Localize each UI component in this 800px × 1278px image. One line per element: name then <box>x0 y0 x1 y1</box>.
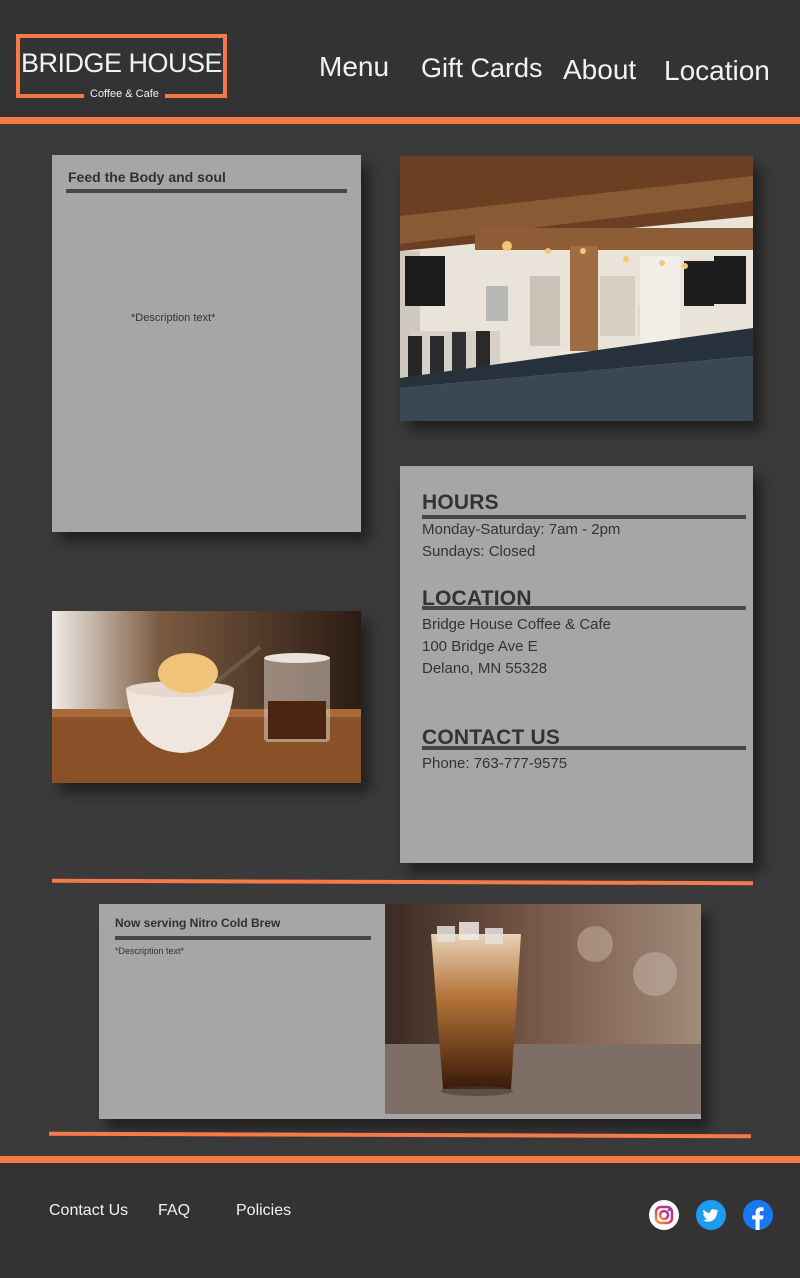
nav-about[interactable]: About <box>563 56 636 84</box>
feature-card-title: Feed the Body and soul <box>68 169 226 185</box>
location-line: Delano, MN 55328 <box>422 660 548 677</box>
site-footer: Contact Us FAQ Policies <box>0 1163 800 1278</box>
feature-card: Feed the Body and soul *Description text… <box>52 155 361 532</box>
logo[interactable]: BRIDGE HOUSE Coffee & Cafe <box>16 34 227 101</box>
section-divider <box>48 1131 752 1139</box>
promo-card-title: Now serving Nitro Cold Brew <box>115 916 281 930</box>
section-divider <box>51 878 754 886</box>
nav-gift-cards[interactable]: Gift Cards <box>421 55 543 82</box>
contact-underline <box>422 746 746 750</box>
location-underline <box>422 606 746 610</box>
cold-brew-image <box>385 904 701 1114</box>
instagram-icon[interactable] <box>649 1200 679 1230</box>
hours-line: Sundays: Closed <box>422 543 536 560</box>
promo-card-description: *Description text* <box>115 946 185 956</box>
footer-faq[interactable]: FAQ <box>158 1203 190 1219</box>
feature-card-description: *Description text* <box>131 312 216 324</box>
contact-heading: CONTACT US <box>422 726 561 749</box>
contact-phone[interactable]: Phone: 763-777-9575 <box>422 756 567 771</box>
twitter-icon[interactable] <box>696 1200 726 1230</box>
promo-card-underline <box>115 936 371 940</box>
location-line: Bridge House Coffee & Cafe <box>422 616 612 633</box>
header-accent-rule <box>0 117 800 124</box>
feature-card-underline <box>66 189 347 193</box>
affogato-image <box>52 611 361 783</box>
info-card: HOURS Monday-Saturday: 7am - 2pm Sundays… <box>400 466 753 863</box>
cafe-interior-image <box>400 156 753 421</box>
nav-menu[interactable]: Menu <box>319 53 389 81</box>
logo-tagline: Coffee & Cafe <box>84 87 165 101</box>
nav-location[interactable]: Location <box>664 57 770 85</box>
promo-card: Now serving Nitro Cold Brew *Description… <box>99 904 701 1119</box>
footer-policies[interactable]: Policies <box>236 1203 291 1219</box>
facebook-icon[interactable] <box>743 1200 773 1230</box>
hours-heading: HOURS <box>422 491 499 514</box>
site-header: BRIDGE HOUSE Coffee & Cafe Menu Gift Car… <box>0 0 800 117</box>
location-line: 100 Bridge Ave E <box>422 638 538 655</box>
hours-line: Monday-Saturday: 7am - 2pm <box>422 521 621 538</box>
hours-underline <box>422 515 746 519</box>
footer-contact-us[interactable]: Contact Us <box>49 1203 128 1219</box>
footer-accent-rule <box>0 1156 800 1163</box>
logo-title: BRIDGE HOUSE <box>20 48 223 78</box>
